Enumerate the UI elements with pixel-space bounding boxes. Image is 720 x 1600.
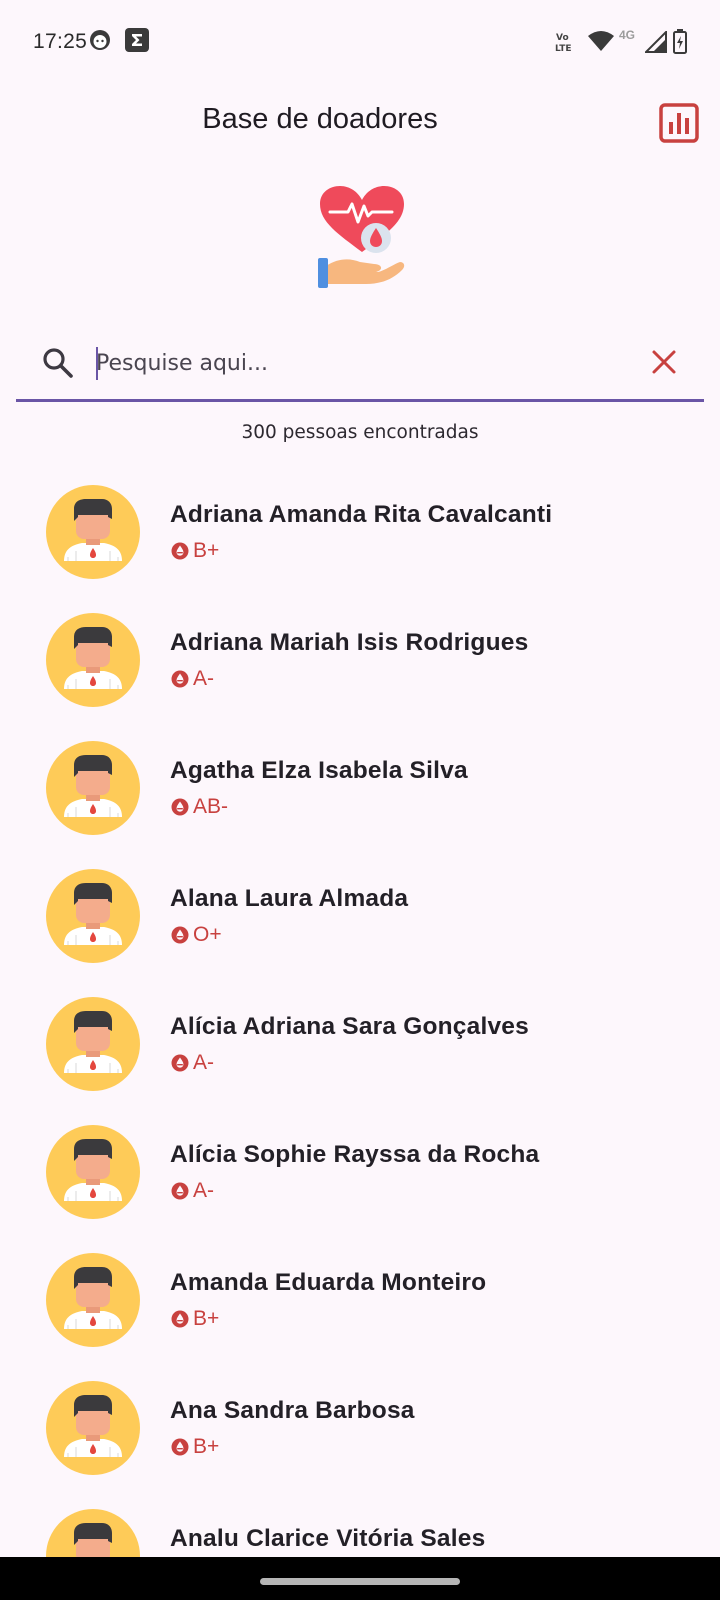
svg-text:Vo: Vo <box>556 33 569 43</box>
donor-list: Adriana Amanda Rita Cavalcanti B+ Adrian… <box>0 465 720 1600</box>
donor-list-item[interactable]: Amanda Eduarda Monteiro B+ <box>0 1233 720 1361</box>
blood-type: B+ <box>193 539 220 562</box>
blood-type: O+ <box>193 923 222 946</box>
blood-type-row: A- <box>171 1050 214 1076</box>
blood-type-row: B+ <box>171 1306 219 1332</box>
blood-drop-icon <box>171 1182 189 1200</box>
donor-list-item[interactable]: Alícia Adriana Sara Gonçalves A- <box>0 977 720 1105</box>
face-notification-icon <box>90 30 110 50</box>
sigma-app-icon <box>125 28 149 52</box>
blood-type-row: A- <box>171 666 214 692</box>
svg-text:LTE: LTE <box>555 44 572 54</box>
blood-type: A- <box>193 1051 214 1074</box>
close-icon[interactable] <box>646 344 682 380</box>
avatar-icon <box>46 869 140 963</box>
volte-icon: Vo LTE <box>555 33 572 54</box>
search-input[interactable] <box>96 340 636 386</box>
avatar-icon <box>46 1381 140 1475</box>
donor-name: Alana Laura Almada <box>170 885 409 912</box>
donor-name: Ana Sandra Barbosa <box>170 1397 415 1424</box>
battery-icon <box>673 29 687 54</box>
donor-name: Adriana Mariah Isis Rodrigues <box>170 629 529 656</box>
donor-name: Amanda Eduarda Monteiro <box>170 1269 487 1296</box>
results-count: 300 pessoas encontradas <box>241 422 479 443</box>
donor-list-item[interactable]: Ana Sandra Barbosa B+ <box>0 1361 720 1489</box>
blood-type: AB- <box>193 795 229 818</box>
heart-blood-donation-icon <box>318 186 405 288</box>
donor-list-item[interactable]: Alícia Sophie Rayssa da Rocha A- <box>0 1105 720 1233</box>
wifi-icon <box>588 31 614 51</box>
avatar-icon <box>46 1253 140 1347</box>
donor-name: Alícia Adriana Sara Gonçalves <box>170 1013 529 1040</box>
blood-type-row: O+ <box>171 922 222 948</box>
avatar-icon <box>46 1125 140 1219</box>
avatar-icon <box>46 741 140 835</box>
donor-name: Analu Clarice Vitória Sales <box>170 1525 486 1552</box>
donor-name: Agatha Elza Isabela Silva <box>170 757 468 784</box>
status-time: 17:25 <box>33 30 88 53</box>
blood-type-row: B+ <box>171 1434 219 1460</box>
screen: 17:25 Vo LTE 4G Base de doadores Pesquis… <box>0 0 720 1600</box>
search-bar <box>16 330 704 402</box>
donor-list-item[interactable]: Alana Laura Almada O+ <box>0 849 720 977</box>
blood-drop-icon <box>171 1054 189 1072</box>
avatar-icon <box>46 613 140 707</box>
blood-type: B+ <box>193 1307 220 1330</box>
blood-type-row: AB- <box>171 794 228 820</box>
donor-list-item[interactable]: Agatha Elza Isabela Silva AB- <box>0 721 720 849</box>
bar-chart-icon[interactable] <box>659 103 699 143</box>
blood-drop-icon <box>171 926 189 944</box>
blood-drop-icon <box>171 1310 189 1328</box>
donor-name: Alícia Sophie Rayssa da Rocha <box>170 1141 540 1168</box>
navigation-bar <box>0 1557 720 1600</box>
text-cursor <box>96 347 98 380</box>
donor-name: Adriana Amanda Rita Cavalcanti <box>170 501 553 528</box>
donor-list-item[interactable]: Adriana Amanda Rita Cavalcanti B+ <box>0 465 720 593</box>
blood-drop-icon <box>171 1438 189 1456</box>
signal-icon <box>645 31 667 53</box>
blood-drop-icon <box>171 798 189 816</box>
blood-drop-icon <box>171 670 189 688</box>
status-bar: 17:25 Vo LTE 4G <box>0 0 720 84</box>
blood-type: A- <box>193 1179 214 1202</box>
search-icon <box>43 348 73 378</box>
donor-list-item[interactable]: Adriana Mariah Isis Rodrigues A- <box>0 593 720 721</box>
gesture-handle[interactable] <box>260 1578 460 1585</box>
avatar-icon <box>46 485 140 579</box>
blood-type-row: A- <box>171 1178 214 1204</box>
network-type: 4G <box>619 28 636 42</box>
blood-type-row: B+ <box>171 538 219 564</box>
blood-type: A- <box>193 667 214 690</box>
blood-type: B+ <box>193 1435 220 1458</box>
page-title: Base de doadores <box>202 103 438 135</box>
blood-drop-icon <box>171 542 189 560</box>
avatar-icon <box>46 997 140 1091</box>
